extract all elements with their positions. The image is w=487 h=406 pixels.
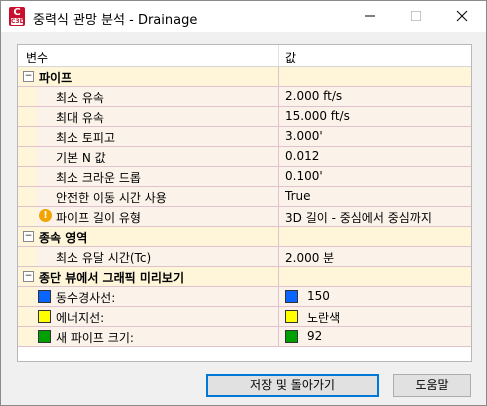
prop-value-cell[interactable]: 150 bbox=[279, 287, 471, 306]
prop-name-cell: 최소 크라운 드롭 bbox=[18, 167, 279, 186]
prop-row-min-velocity[interactable]: 최소 유속 2.000 ft/s bbox=[18, 87, 471, 107]
collapse-toggle[interactable]: − bbox=[23, 231, 34, 242]
prop-value-cell[interactable]: 2.000 ft/s bbox=[279, 87, 471, 106]
prop-value-cell[interactable]: 92 bbox=[279, 327, 471, 346]
prop-row-min-cover[interactable]: 최소 토피고 3.000' bbox=[18, 127, 471, 147]
minimize-icon bbox=[365, 15, 375, 17]
prop-row-egl[interactable]: 에너지선: 노란색 bbox=[18, 307, 471, 327]
app-icon-subtext: C3D bbox=[11, 18, 25, 25]
prop-name-cell: 기본 N 값 bbox=[18, 147, 279, 166]
close-icon bbox=[456, 10, 468, 22]
prop-value: 2.000 ft/s bbox=[285, 89, 343, 103]
prop-value-cell[interactable]: 노란색 bbox=[279, 307, 471, 326]
category-label: 종속 영역 bbox=[39, 231, 88, 245]
app-icon-letter: C bbox=[13, 7, 21, 18]
prop-label: 최소 크라운 드롭 bbox=[56, 171, 141, 185]
category-name-cell: − 종속 영역 bbox=[18, 227, 279, 246]
prop-row-new-pipe-size[interactable]: 새 파이프 크기: 92 bbox=[18, 327, 471, 347]
prop-label: 최대 유속 bbox=[56, 111, 104, 125]
prop-row-hgl[interactable]: 동수경사선: 150 bbox=[18, 287, 471, 307]
collapse-toggle[interactable]: − bbox=[23, 271, 34, 282]
prop-value-cell[interactable]: True bbox=[279, 187, 471, 206]
prop-label: 파이프 길이 유형 bbox=[56, 211, 141, 225]
prop-row-pipe-length-type[interactable]: 파이프 길이 유형 ! 3D 길이 - 중심에서 중심까지 bbox=[18, 207, 471, 227]
prop-value: 92 bbox=[307, 329, 323, 343]
prop-name-cell: 최소 토피고 bbox=[18, 127, 279, 146]
prop-row-min-crown-drop[interactable]: 최소 크라운 드롭 0.100' bbox=[18, 167, 471, 187]
prop-value-cell[interactable]: 0.100' bbox=[279, 167, 471, 186]
pipe-size-color-swatch bbox=[38, 330, 51, 343]
help-button[interactable]: 도움말 bbox=[393, 374, 471, 397]
warning-icon: ! bbox=[39, 209, 52, 222]
prop-name-cell: 에너지선: bbox=[18, 307, 279, 326]
title-bar: C C3D 중력식 관망 분석 - Drainage bbox=[1, 1, 486, 32]
grid-rows: − 파이프 최소 유속 2.000 ft/s 최대 유속 15.000 ft/s… bbox=[18, 67, 471, 347]
category-profile-preview[interactable]: − 종단 뷰에서 그래픽 미리보기 bbox=[18, 267, 471, 287]
prop-value-cell[interactable]: 15.000 ft/s bbox=[279, 107, 471, 126]
prop-value-cell[interactable]: 2.000 분 bbox=[279, 247, 471, 266]
prop-name-cell: 최소 유속 bbox=[18, 87, 279, 106]
prop-name-cell: 안전한 이동 시간 사용 bbox=[18, 187, 279, 206]
prop-label: 에너지선: bbox=[56, 311, 105, 325]
category-catchment[interactable]: − 종속 영역 bbox=[18, 227, 471, 247]
civil3d-app-icon: C C3D bbox=[9, 7, 25, 26]
property-grid: 변수 값 − 파이프 최소 유속 2.000 ft/s 최대 유속 15.000… bbox=[17, 44, 472, 362]
header-divider[interactable] bbox=[278, 45, 279, 66]
category-value-cell bbox=[279, 227, 471, 246]
prop-value-cell[interactable]: 0.012 bbox=[279, 147, 471, 166]
collapse-toggle[interactable]: − bbox=[23, 71, 34, 82]
category-label: 파이프 bbox=[39, 71, 73, 85]
prop-value: 3.000' bbox=[285, 129, 323, 143]
maximize-button bbox=[393, 1, 439, 32]
header-variable: 변수 bbox=[26, 51, 49, 65]
prop-label: 최소 유달 시간(Tc) bbox=[56, 251, 152, 265]
maximize-icon bbox=[411, 11, 421, 21]
prop-name-cell: 새 파이프 크기: bbox=[18, 327, 279, 346]
prop-value: 2.000 분 bbox=[285, 251, 335, 265]
category-value-cell bbox=[279, 67, 471, 86]
header-value: 값 bbox=[285, 51, 297, 65]
prop-label: 안전한 이동 시간 사용 bbox=[56, 191, 167, 205]
prop-value-cell[interactable]: 3.000' bbox=[279, 127, 471, 146]
prop-row-max-velocity[interactable]: 최대 유속 15.000 ft/s bbox=[18, 107, 471, 127]
save-return-button[interactable]: 저장 및 돌아가기 bbox=[206, 374, 379, 397]
prop-name-cell: 최대 유속 bbox=[18, 107, 279, 126]
egl-value-color-swatch[interactable] bbox=[285, 310, 298, 323]
minimize-button[interactable] bbox=[347, 1, 393, 32]
prop-label: 기본 N 값 bbox=[56, 151, 106, 165]
prop-value: 0.012 bbox=[285, 149, 320, 163]
prop-value: 3D 길이 - 중심에서 중심까지 bbox=[285, 211, 432, 225]
prop-value: 15.000 ft/s bbox=[285, 109, 350, 123]
prop-value: True bbox=[285, 189, 311, 203]
prop-label: 최소 유속 bbox=[56, 91, 104, 105]
prop-name-cell: 파이프 길이 유형 ! bbox=[18, 207, 279, 226]
prop-label: 새 파이프 크기: bbox=[56, 331, 134, 345]
close-button[interactable] bbox=[439, 1, 485, 32]
window-title: 중력식 관망 분석 - Drainage bbox=[33, 13, 198, 28]
category-label: 종단 뷰에서 그래픽 미리보기 bbox=[39, 271, 185, 285]
prop-label: 동수경사선: bbox=[56, 291, 116, 305]
prop-value: 150 bbox=[307, 289, 330, 303]
category-name-cell: − 파이프 bbox=[18, 67, 279, 86]
prop-name-cell: 최소 유달 시간(Tc) bbox=[18, 247, 279, 266]
prop-row-min-tc[interactable]: 최소 유달 시간(Tc) 2.000 분 bbox=[18, 247, 471, 267]
category-pipe[interactable]: − 파이프 bbox=[18, 67, 471, 87]
prop-value-cell[interactable]: 3D 길이 - 중심에서 중심까지 bbox=[279, 207, 471, 226]
hgl-value-color-swatch[interactable] bbox=[285, 290, 298, 303]
egl-color-swatch bbox=[38, 310, 51, 323]
hgl-color-swatch bbox=[38, 290, 51, 303]
prop-label: 최소 토피고 bbox=[56, 131, 116, 145]
prop-row-safe-travel-time[interactable]: 안전한 이동 시간 사용 True bbox=[18, 187, 471, 207]
prop-value: 0.100' bbox=[285, 169, 323, 183]
category-value-cell bbox=[279, 267, 471, 286]
prop-value: 노란색 bbox=[307, 311, 341, 325]
category-name-cell: − 종단 뷰에서 그래픽 미리보기 bbox=[18, 267, 279, 286]
grid-header: 변수 값 bbox=[18, 45, 471, 67]
dialog-window: C C3D 중력식 관망 분석 - Drainage 변수 값 − 파이프 최소… bbox=[0, 0, 487, 406]
prop-row-default-n[interactable]: 기본 N 값 0.012 bbox=[18, 147, 471, 167]
pipe-size-value-color-swatch[interactable] bbox=[285, 330, 298, 343]
prop-name-cell: 동수경사선: bbox=[18, 287, 279, 306]
